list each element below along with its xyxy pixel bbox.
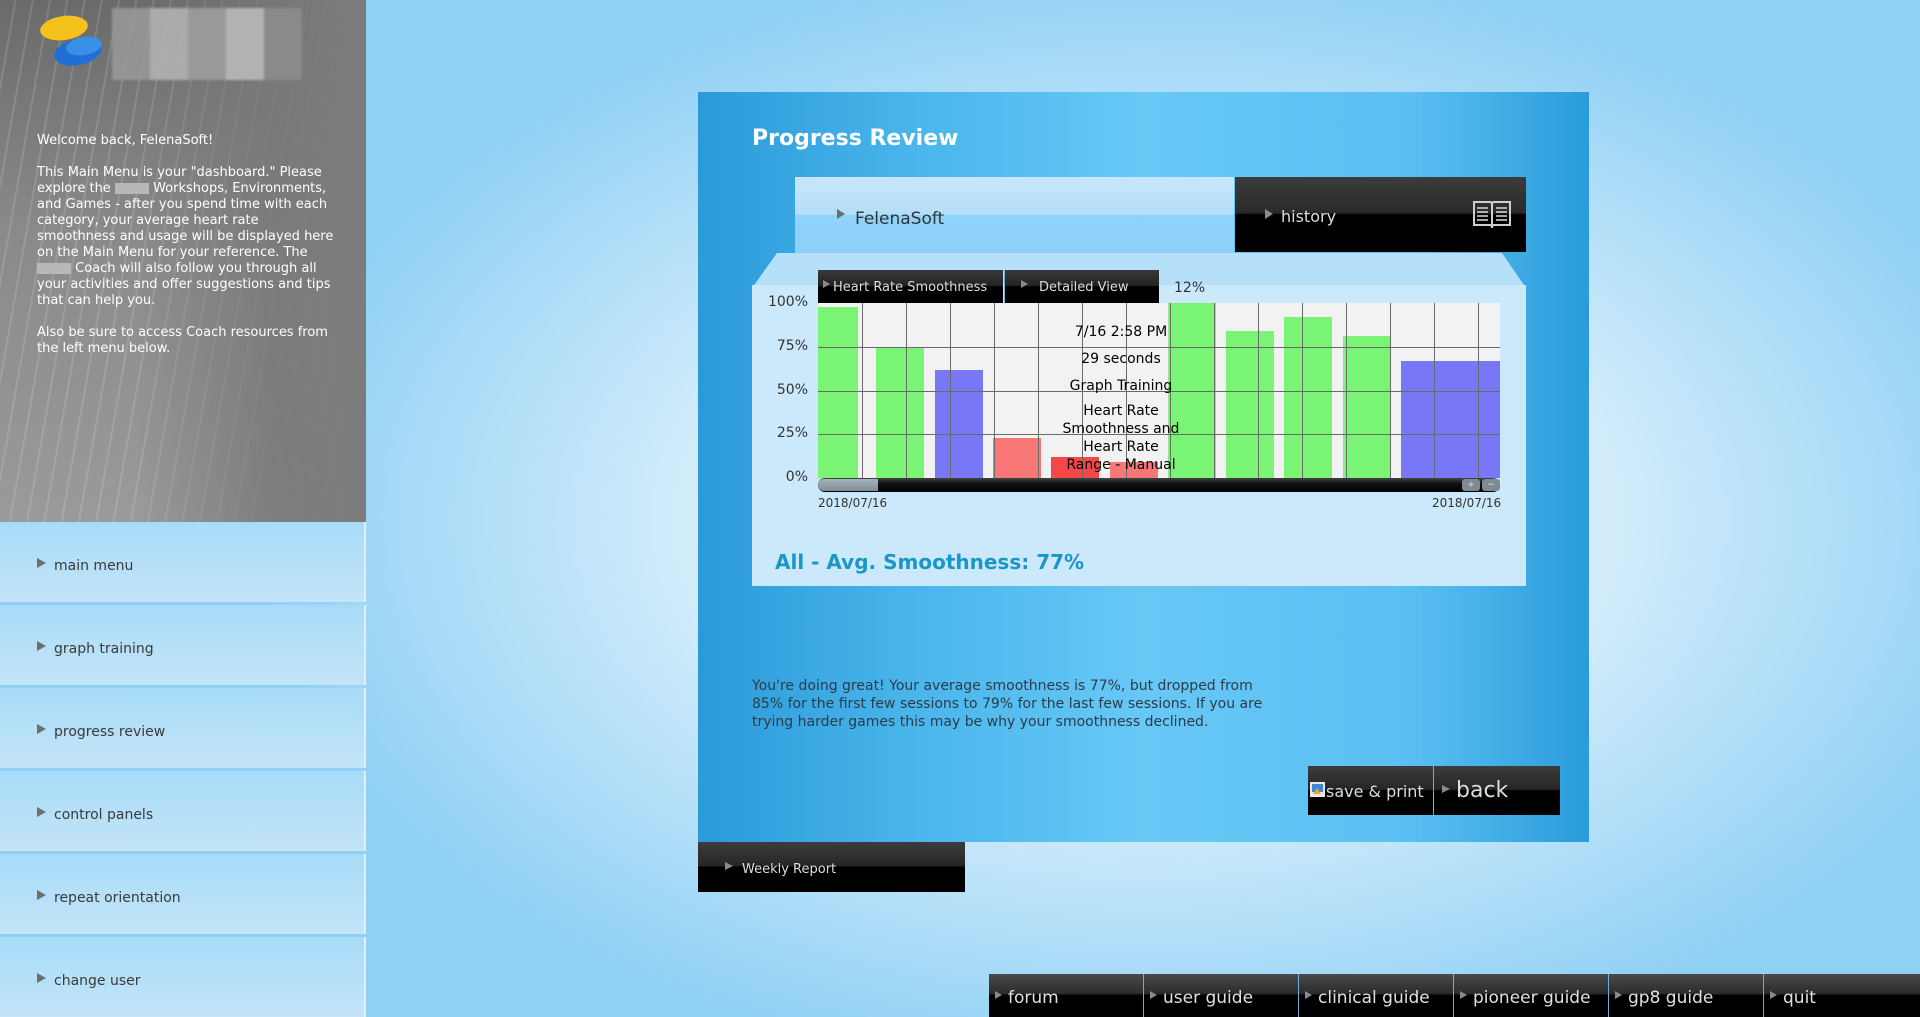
butterfly-logo-icon	[40, 15, 102, 66]
bar[interactable]	[1226, 331, 1275, 478]
y-tick-label: 0%	[785, 469, 808, 485]
sidebar-item-change-user[interactable]: change user	[0, 937, 366, 1017]
play-arrow-icon	[1615, 991, 1622, 999]
bar[interactable]	[876, 346, 925, 478]
play-arrow-icon	[837, 209, 845, 219]
sidebar-item-repeat-orientation[interactable]: repeat orientation	[0, 854, 366, 934]
bar[interactable]	[992, 437, 1041, 478]
play-arrow-icon	[37, 724, 46, 734]
footer-forum-button[interactable]: forum	[989, 974, 1144, 1017]
user-tab[interactable]: FelenaSoft	[795, 177, 1234, 253]
history-button[interactable]: history	[1235, 177, 1526, 252]
play-arrow-icon	[1021, 280, 1028, 288]
book-icon	[1473, 201, 1511, 229]
save-print-icon	[1310, 782, 1325, 797]
footer-user-guide-button[interactable]: user guide	[1144, 974, 1299, 1017]
bar[interactable]	[934, 369, 983, 478]
weekly-report-button[interactable]: Weekly Report	[698, 842, 965, 892]
footer-gp8-guide-button[interactable]: gp8 guide	[1609, 974, 1764, 1017]
session-tooltip: 7/16 2:58 PM 29 seconds Graph Training H…	[1046, 323, 1196, 478]
bar[interactable]	[1284, 317, 1333, 478]
play-arrow-icon	[37, 558, 46, 568]
sidebar-welcome-area: Welcome back, FelenaSoft! This Main Menu…	[0, 0, 366, 522]
footer-clinical-guide-button[interactable]: clinical guide	[1299, 974, 1454, 1017]
scroll-plus-button[interactable]: +	[1462, 479, 1480, 491]
tooltip-datetime: 7/16 2:58 PM	[1074, 324, 1168, 340]
footer-quit-button[interactable]: quit	[1764, 974, 1920, 1017]
brand-name-redacted	[112, 8, 302, 80]
welcome-text: Welcome back, FelenaSoft! This Main Menu…	[37, 133, 337, 373]
play-arrow-icon	[823, 280, 830, 288]
redacted-brand	[37, 263, 71, 274]
sidebar-item-progress-review[interactable]: progress review	[0, 688, 366, 768]
progress-review-panel: Progress Review FelenaSoft history All -…	[698, 92, 1589, 842]
scroll-minus-button[interactable]: −	[1482, 479, 1500, 491]
gridline-vertical	[1214, 303, 1215, 478]
bar[interactable]	[1401, 360, 1500, 478]
save-print-button[interactable]: save & print	[1308, 766, 1433, 815]
sidebar-nav: main menu graph training progress review…	[0, 522, 366, 1017]
gridline-vertical	[1302, 303, 1303, 478]
smoothness-chart: 100% 75% 50% 25% 0% 7/16 2:58 PM 29 seconds …	[752, 292, 1526, 592]
bar[interactable]	[818, 306, 858, 478]
play-arrow-icon	[995, 991, 1002, 999]
gridline-vertical	[862, 303, 863, 478]
play-arrow-icon	[37, 807, 46, 817]
coach-advice: You're doing great! Your average smoothn…	[752, 678, 1263, 730]
gridline-vertical	[1038, 303, 1039, 478]
play-arrow-icon	[37, 641, 46, 651]
sidebar: Welcome back, FelenaSoft! This Main Menu…	[0, 0, 366, 1017]
x-start-label: 2018/07/16	[818, 496, 888, 510]
play-arrow-icon	[1265, 209, 1273, 219]
gridline-vertical	[994, 303, 995, 478]
gridline-vertical	[950, 303, 951, 478]
chart-scrollbar[interactable]: + −	[818, 478, 1500, 492]
gridline-vertical	[1258, 303, 1259, 478]
page-title: Progress Review	[752, 126, 959, 151]
play-arrow-icon	[1442, 785, 1450, 793]
gridline-vertical	[1390, 303, 1391, 478]
tooltip-duration: 29 seconds	[1081, 351, 1161, 367]
sidebar-item-main-menu[interactable]: main menu	[0, 522, 366, 602]
welcome-intro: This Main Menu is your "dashboard." Plea…	[37, 165, 334, 308]
x-end-label: 2018/07/16	[1432, 496, 1502, 510]
play-arrow-icon	[725, 862, 733, 870]
footer-pioneer-guide-button[interactable]: pioneer guide	[1454, 974, 1609, 1017]
play-arrow-icon	[37, 973, 46, 983]
play-arrow-icon	[1150, 991, 1157, 999]
y-tick-label: 75%	[776, 337, 808, 354]
play-arrow-icon	[37, 890, 46, 900]
y-tick-label: 25%	[776, 425, 808, 442]
play-arrow-icon	[1305, 991, 1312, 999]
bar[interactable]	[1342, 336, 1391, 478]
plot-area: 7/16 2:58 PM 29 seconds Graph Training H…	[818, 303, 1500, 478]
footer-bar: forum user guide clinical guide pioneer …	[989, 974, 1920, 1017]
tooltip-activity: Graph Training	[1069, 378, 1173, 394]
sidebar-item-control-panels[interactable]: control panels	[0, 771, 366, 851]
gridline-vertical	[1346, 303, 1347, 478]
gridline-vertical	[906, 303, 907, 478]
welcome-title: Welcome back, FelenaSoft!	[37, 133, 214, 148]
play-arrow-icon	[1460, 991, 1467, 999]
gridline-vertical	[1478, 303, 1479, 478]
coach-note: Also be sure to access Coach resources f…	[37, 325, 328, 356]
tooltip-mode: Heart Rate Smoothness and Heart Rate Ran…	[1062, 403, 1180, 473]
play-arrow-icon	[1770, 991, 1777, 999]
user-name: FelenaSoft	[855, 209, 945, 229]
back-button[interactable]: back	[1434, 766, 1560, 815]
y-tick-label: 100%	[767, 294, 808, 310]
gridline-vertical	[1434, 303, 1435, 478]
y-tick-label: 50%	[776, 381, 808, 398]
redacted-brand	[114, 183, 149, 194]
sidebar-item-graph-training[interactable]: graph training	[0, 605, 366, 685]
scrollbar-thumb[interactable]	[818, 479, 878, 491]
